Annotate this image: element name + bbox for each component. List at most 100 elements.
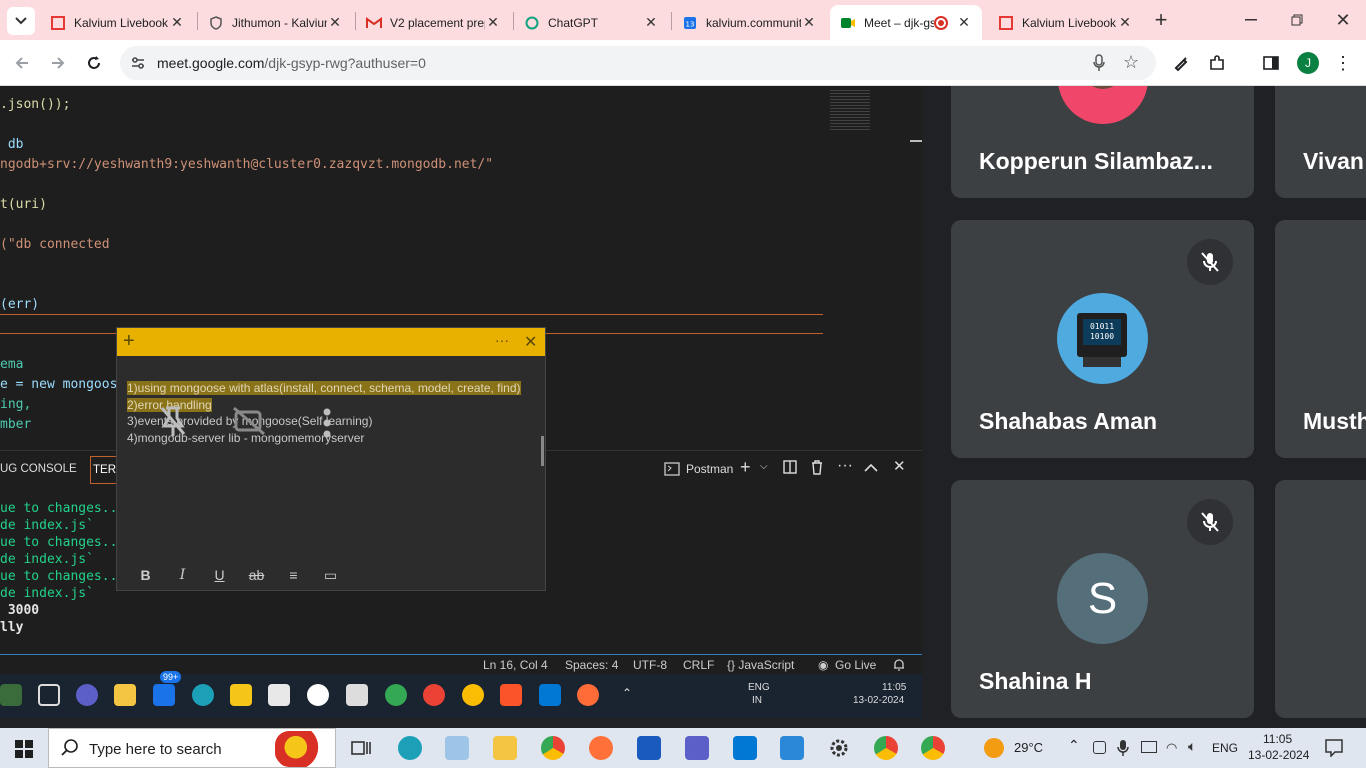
reload-button[interactable] — [81, 50, 107, 76]
teams-icon[interactable] — [685, 736, 709, 760]
sticky-note-body[interactable]: 1)using mongoose with atlas(install, con… — [127, 380, 537, 446]
photos-icon[interactable] — [780, 736, 804, 760]
chevron-down-icon[interactable]: ⌵ — [760, 461, 768, 472]
menu-kebab-icon[interactable]: ⋮ — [1330, 50, 1356, 76]
edge-icon[interactable] — [398, 736, 422, 760]
side-panel-icon[interactable] — [1258, 50, 1284, 76]
more-options-icon[interactable] — [322, 408, 332, 443]
terminal-profile-label[interactable]: Postman — [686, 462, 733, 476]
windows-start-icon[interactable] — [15, 740, 33, 763]
tab-jithumon[interactable]: Jithumon - Kalvium ✕ — [198, 5, 353, 40]
forward-button[interactable] — [45, 50, 71, 76]
encoding[interactable]: UTF-8 — [633, 658, 667, 672]
close-icon[interactable]: ✕ — [327, 14, 343, 31]
profile-avatar[interactable]: J — [1295, 50, 1321, 76]
settings-gear-icon[interactable] — [827, 736, 851, 760]
chrome-icon[interactable] — [874, 736, 898, 760]
bullet-list-button[interactable]: ≡ — [275, 567, 312, 583]
weather-temp[interactable]: 29°C — [1014, 740, 1043, 755]
cursor-position[interactable]: Ln 16, Col 4 — [483, 658, 548, 672]
tab-debug-console[interactable]: UG CONSOLE — [0, 463, 77, 475]
microphone-icon[interactable] — [1092, 54, 1106, 77]
chrome-icon[interactable] — [921, 736, 945, 760]
unpin-icon[interactable] — [158, 404, 188, 443]
add-note-icon[interactable]: + — [123, 330, 135, 353]
line-ending[interactable]: CRLF — [683, 658, 714, 672]
file-explorer-icon[interactable] — [493, 736, 517, 760]
store-icon — [268, 684, 290, 706]
italic-button[interactable]: I — [164, 567, 201, 583]
trash-icon[interactable] — [810, 460, 824, 480]
strikethrough-button[interactable]: ab — [238, 567, 275, 583]
url-path: /djk-gsyp-rwg?authuser=0 — [264, 55, 426, 71]
address-bar[interactable]: meet.google.com/djk-gsyp-rwg?authuser=0 … — [120, 46, 1156, 80]
sticky-note: + ··· ✕ 1)using mongoose with atlas(inst… — [116, 327, 546, 591]
vscode-icon[interactable] — [733, 736, 757, 760]
tab-meet[interactable]: Meet – djk-gsyp ✕ — [830, 5, 982, 40]
participant-tile[interactable]: 01011 10100 Shahabas Aman — [951, 220, 1254, 458]
language-mode[interactable]: {} JavaScript — [727, 658, 794, 672]
close-icon[interactable]: ✕ — [485, 14, 501, 31]
notification-icon[interactable] — [1325, 739, 1343, 762]
participant-tile[interactable]: Kopperun Silambaz... — [951, 86, 1254, 198]
maximize-panel-icon[interactable] — [864, 460, 878, 478]
tab-search-button[interactable] — [7, 7, 35, 35]
volume-icon[interactable]: 🔈︎ — [1188, 738, 1196, 755]
back-button[interactable] — [9, 50, 35, 76]
close-note-icon[interactable]: ✕ — [524, 332, 537, 352]
hide-screen-icon[interactable] — [232, 406, 268, 441]
close-icon[interactable]: ✕ — [801, 14, 817, 31]
word-icon[interactable] — [637, 736, 661, 760]
pen-icon[interactable] — [1168, 50, 1194, 76]
participant-name: Vivan — [1303, 148, 1364, 174]
close-panel-icon[interactable]: ✕ — [893, 457, 906, 475]
participant-tile[interactable]: S Shahina H — [951, 480, 1254, 718]
close-window-button[interactable]: ✕ — [1330, 7, 1356, 33]
firefox-icon[interactable] — [589, 736, 613, 760]
underline-button[interactable]: U — [201, 567, 238, 583]
split-terminal-icon[interactable] — [783, 460, 797, 479]
taskbar-search-box[interactable]: Type here to search — [48, 728, 336, 768]
language-indicator[interactable]: ENG — [1212, 741, 1238, 755]
app-icon[interactable] — [445, 736, 469, 760]
close-icon[interactable]: ✕ — [1117, 14, 1133, 31]
tab-kalvium-community[interactable]: 13 kalvium.community ✕ — [672, 5, 827, 40]
tab-v2-placement[interactable]: V2 placement prep ✕ — [356, 5, 511, 40]
insert-image-button[interactable]: ▭ — [312, 567, 349, 584]
scroll-indicator — [910, 140, 922, 142]
tray-chevron-icon[interactable]: ⌃ — [1068, 737, 1080, 754]
tab-kalvium-livebook-1[interactable]: Kalvium Livebook ✕ — [40, 5, 195, 40]
participant-tile[interactable]: Musth — [1275, 220, 1366, 458]
minimize-button[interactable] — [1238, 7, 1264, 33]
bookmark-star-icon[interactable]: ☆ — [1123, 52, 1139, 73]
extensions-icon[interactable] — [1204, 50, 1230, 76]
close-icon[interactable]: ✕ — [169, 14, 185, 31]
clock-time[interactable]: 11:05 — [1263, 732, 1292, 746]
more-icon[interactable]: ··· — [495, 332, 509, 348]
note-scrollbar[interactable] — [541, 436, 544, 466]
new-tab-button[interactable]: + — [1148, 7, 1174, 33]
bold-button[interactable]: B — [127, 567, 164, 583]
participant-tile[interactable]: Vivan — [1275, 86, 1366, 198]
participant-tile[interactable] — [1275, 480, 1366, 718]
wifi-icon[interactable]: ◠ — [1166, 740, 1177, 756]
go-live-button[interactable]: Go Live — [835, 658, 876, 672]
restore-button[interactable] — [1284, 7, 1310, 33]
indent-setting[interactable]: Spaces: 4 — [565, 658, 618, 672]
close-icon[interactable]: ✕ — [643, 14, 659, 31]
broadcast-icon: ◉ — [818, 658, 829, 672]
clock-date[interactable]: 13-02-2024 — [1248, 748, 1309, 762]
network-icon[interactable] — [1141, 741, 1157, 753]
tab-kalvium-livebook-2[interactable]: Kalvium Livebook ✕ — [988, 5, 1143, 40]
tab-chatgpt[interactable]: ChatGPT ✕ — [514, 5, 669, 40]
bell-icon[interactable] — [893, 658, 905, 674]
code-line: ngodb+srv://yeshwanth9:yeshwanth@cluster… — [0, 157, 494, 172]
new-terminal-icon[interactable]: + — [740, 457, 751, 478]
more-icon[interactable]: ··· — [837, 457, 853, 475]
chrome-icon[interactable] — [541, 736, 565, 760]
close-icon[interactable]: ✕ — [956, 14, 972, 31]
postman-icon[interactable] — [664, 461, 680, 482]
microphone-icon[interactable] — [1117, 739, 1129, 762]
site-info-icon[interactable] — [130, 55, 146, 76]
task-view-icon[interactable] — [349, 736, 373, 760]
